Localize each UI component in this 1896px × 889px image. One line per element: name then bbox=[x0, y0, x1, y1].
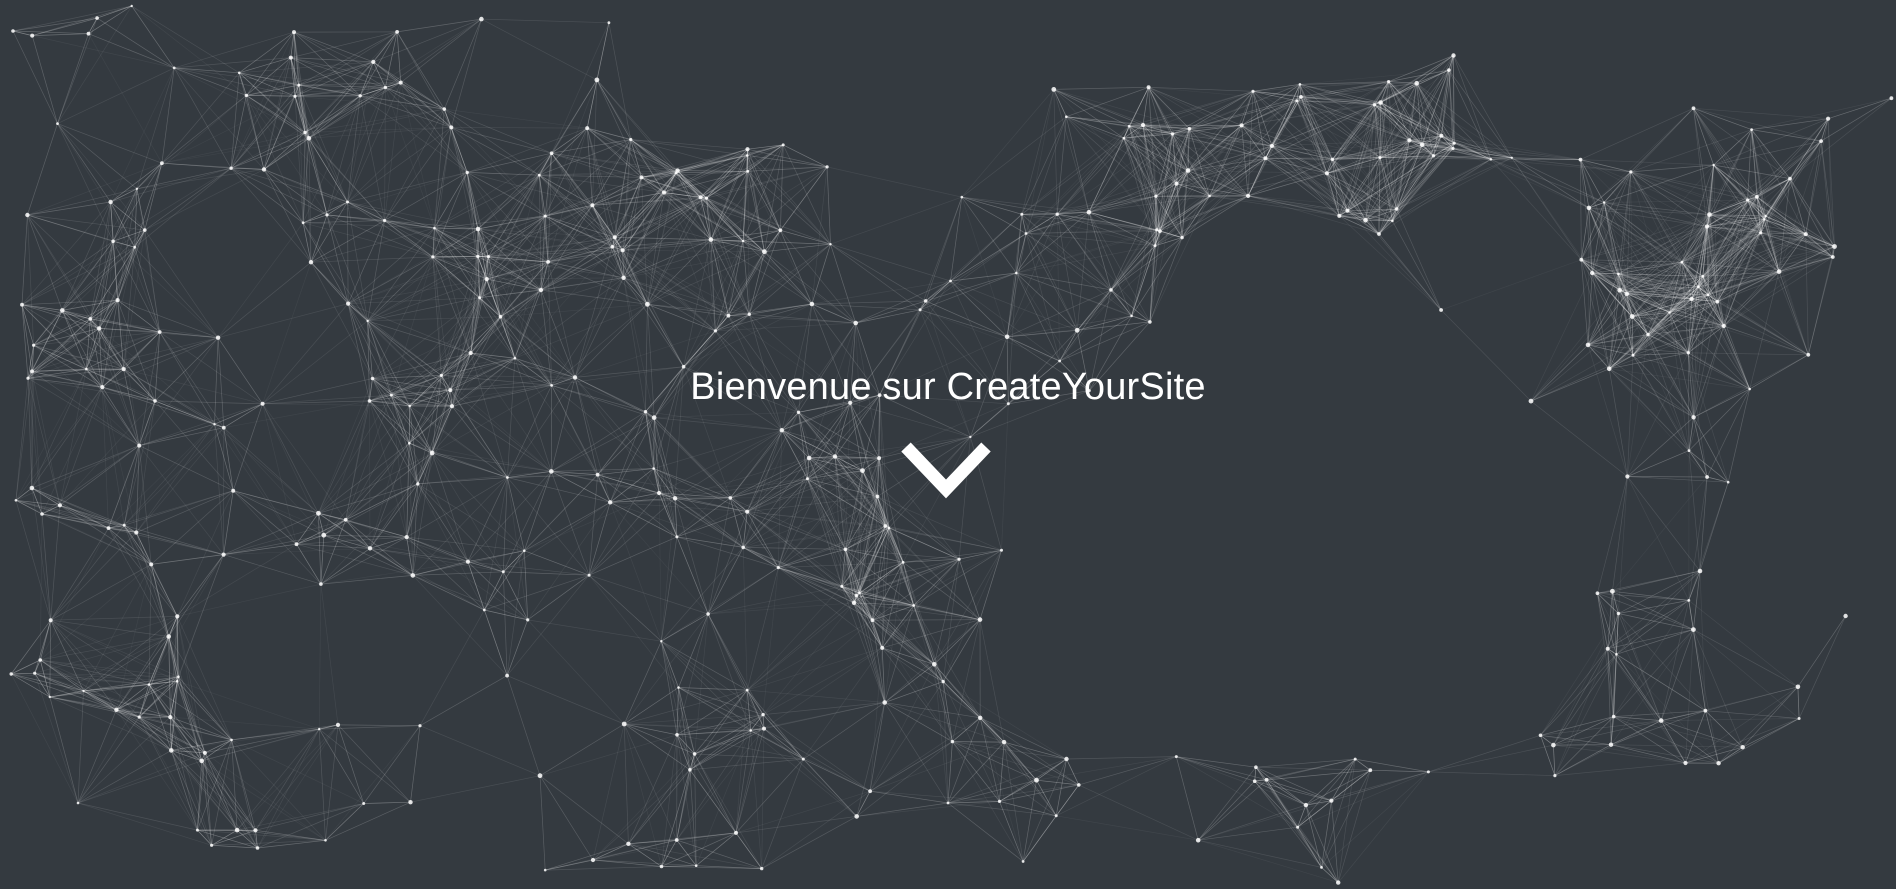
hero-title: Bienvenue sur CreateYourSite bbox=[690, 366, 1206, 408]
scroll-down-button[interactable] bbox=[900, 441, 992, 501]
chevron-down-icon bbox=[901, 442, 991, 499]
hero-section: Bienvenue sur CreateYourSite bbox=[0, 0, 1896, 889]
